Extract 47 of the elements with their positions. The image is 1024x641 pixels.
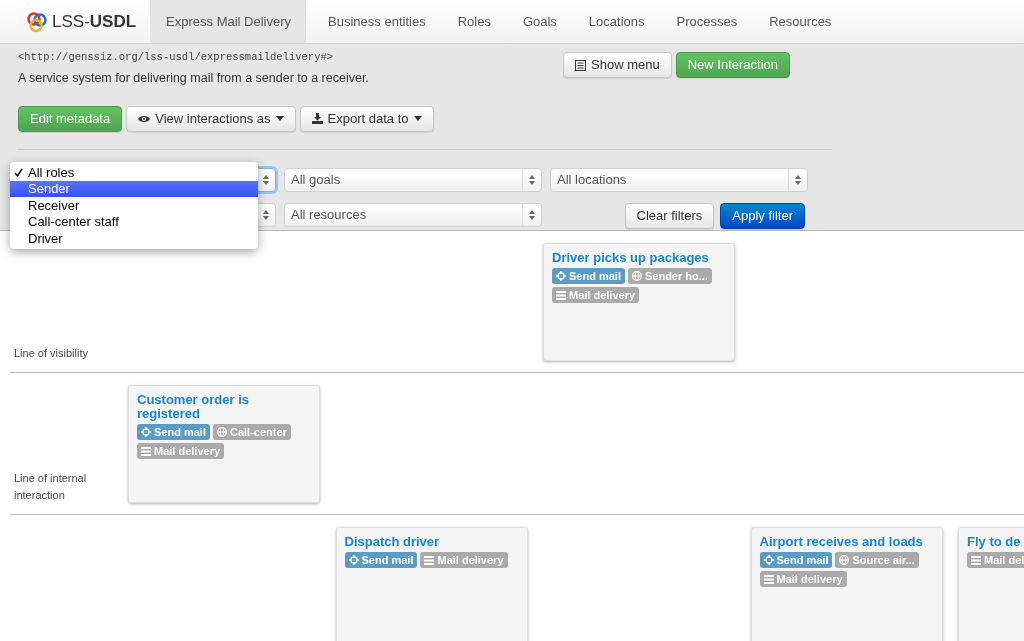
- export-dropdown[interactable]: Export data to: [299, 105, 434, 132]
- lane-label: Line of visibility: [14, 346, 88, 361]
- action-button[interactable]: Show menu: [563, 52, 672, 78]
- resource-tag: Mail delivery: [420, 552, 508, 568]
- card-title[interactable]: Driver picks up packages: [552, 251, 724, 265]
- interaction-card[interactable]: Fly to de Mail del: [958, 527, 1024, 641]
- nav-tab[interactable]: Express Mail Delivery: [150, 0, 307, 43]
- menu-item[interactable]: Driver: [10, 230, 258, 247]
- card-title[interactable]: Airport receives and loads: [759, 535, 932, 549]
- goal-tag: Send mail: [137, 424, 210, 440]
- resource-tag: Mail delivery: [552, 287, 640, 303]
- service-uri: <http://genssiz.org/lss-usdl/expressmaildelivery#>: [18, 50, 335, 65]
- menu-item[interactable]: Sender: [10, 180, 258, 197]
- goal-tag: Send mail: [759, 552, 833, 568]
- filter-select[interactable]: All goals: [284, 167, 542, 192]
- goal-tag: Send mail: [552, 268, 625, 284]
- menu-item[interactable]: Call-center staff: [10, 213, 258, 230]
- resource-tag: Mail del: [967, 552, 1024, 568]
- card-title[interactable]: Customer order is registered: [137, 393, 309, 421]
- brand[interactable]: LSS-USDL: [52, 8, 137, 35]
- action-button[interactable]: Clear filters: [624, 202, 715, 229]
- location-tag: Sender ho...: [627, 268, 712, 284]
- location-tag: Call-center: [212, 424, 291, 440]
- nav-tab[interactable]: Locations: [572, 0, 661, 43]
- interaction-card[interactable]: Customer order is registered Send mail Call-center Mail delivery: [128, 385, 320, 503]
- interaction-card[interactable]: Airport receives and loads Send mail Source air... Mail delivery: [750, 527, 943, 641]
- view-as-dropdown[interactable]: View interactions as: [126, 105, 296, 132]
- service-description: A service system for delivering mail from a sender to a receiver.: [18, 69, 369, 87]
- filter-select[interactable]: All locations: [550, 167, 808, 192]
- card-title[interactable]: Dispatch driver: [344, 535, 517, 549]
- nav-tab[interactable]: Roles: [441, 0, 507, 43]
- menu-item[interactable]: Receiver: [10, 197, 258, 214]
- nav-tab[interactable]: Business entities: [312, 0, 442, 43]
- location-tag: Source air...: [835, 552, 919, 568]
- nav-tab[interactable]: Resources: [753, 0, 848, 43]
- goal-tag: Send mail: [344, 552, 418, 568]
- nav-tab[interactable]: Processes: [660, 0, 754, 43]
- resource-tag: Mail delivery: [759, 571, 847, 587]
- filter-select[interactable]: All resources: [284, 202, 542, 227]
- card-title[interactable]: Fly to de: [967, 535, 1024, 549]
- menu-item[interactable]: All roles: [10, 164, 258, 181]
- interaction-card[interactable]: Dispatch driver Send mail Mail delivery: [335, 527, 528, 641]
- resource-tag: Mail delivery: [137, 443, 225, 459]
- interaction-card[interactable]: Driver picks up packages Send mail Sender ho... Mail delivery: [543, 243, 735, 361]
- lane-label: Line of internal interaction: [14, 471, 88, 503]
- nav-tab[interactable]: Goals: [506, 0, 573, 43]
- action-button[interactable]: Apply filter: [720, 202, 805, 229]
